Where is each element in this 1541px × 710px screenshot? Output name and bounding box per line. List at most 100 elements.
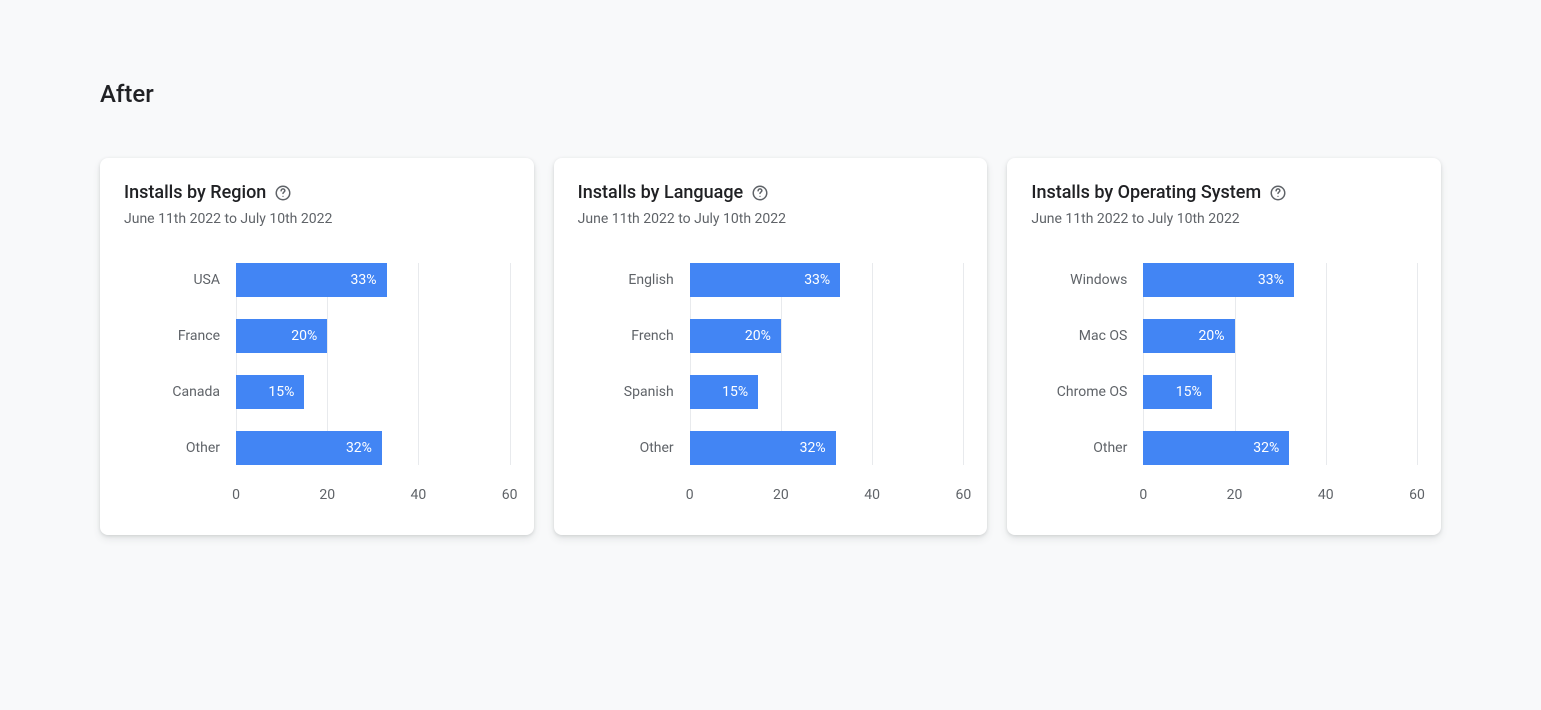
- bar-row: Other 32%: [578, 431, 964, 465]
- bar-track: 15%: [690, 375, 964, 409]
- bars-group: Windows 33% Mac OS 20%: [1031, 263, 1417, 465]
- bar-fill: 15%: [690, 375, 758, 409]
- bar-track: 20%: [236, 319, 510, 353]
- bar-row: Canada 15%: [124, 375, 510, 409]
- bar-track: 33%: [1143, 263, 1417, 297]
- card-title-row: Installs by Region: [124, 182, 510, 203]
- card-title: Installs by Region: [124, 182, 266, 203]
- bar-track: 15%: [1143, 375, 1417, 409]
- bar-label: Other: [124, 440, 236, 456]
- bar-track: 32%: [236, 431, 510, 465]
- x-tick: 0: [686, 487, 694, 503]
- card-language: Installs by Language June 11th 2022 to J…: [554, 158, 988, 535]
- bar-label: France: [124, 328, 236, 344]
- bars-group: USA 33% France 20% C: [124, 263, 510, 465]
- bar-label: USA: [124, 272, 236, 288]
- chart-area: USA 33% France 20% C: [124, 263, 510, 507]
- bar-fill: 32%: [236, 431, 382, 465]
- bar-label: Canada: [124, 384, 236, 400]
- bar-fill: 15%: [1143, 375, 1211, 409]
- x-tick: 0: [1139, 487, 1147, 503]
- x-tick: 20: [1227, 487, 1243, 503]
- bar-fill: 33%: [690, 263, 841, 297]
- bar-row: Chrome OS 15%: [1031, 375, 1417, 409]
- x-axis: 0 20 40 60: [124, 487, 510, 507]
- bars-group: English 33% French 20%: [578, 263, 964, 465]
- bar-value: 20%: [291, 328, 317, 344]
- bar-fill: 33%: [236, 263, 387, 297]
- bar-value: 32%: [800, 440, 826, 456]
- bar-row: Other 32%: [1031, 431, 1417, 465]
- bar-track: 15%: [236, 375, 510, 409]
- x-axis: 0 20 40 60: [578, 487, 964, 507]
- bar-label: Other: [578, 440, 690, 456]
- card-header: Installs by Region June 11th 2022 to Jul…: [124, 182, 510, 227]
- bar-value: 32%: [346, 440, 372, 456]
- bar-value: 15%: [268, 384, 294, 400]
- bar-label: Mac OS: [1031, 328, 1143, 344]
- x-tick: 60: [1409, 487, 1425, 503]
- card-subtitle: June 11th 2022 to July 10th 2022: [578, 211, 964, 227]
- x-tick: 20: [773, 487, 789, 503]
- bar-value: 15%: [1176, 384, 1202, 400]
- bar-row: USA 33%: [124, 263, 510, 297]
- bar-fill: 15%: [236, 375, 304, 409]
- bar-row: English 33%: [578, 263, 964, 297]
- page-heading: After: [100, 80, 1441, 108]
- bar-fill: 20%: [690, 319, 781, 353]
- x-tick: 20: [319, 487, 335, 503]
- card-title: Installs by Language: [578, 182, 744, 203]
- card-region: Installs by Region June 11th 2022 to Jul…: [100, 158, 534, 535]
- bar-value: 20%: [1199, 328, 1225, 344]
- chart-area: English 33% French 20%: [578, 263, 964, 507]
- card-os: Installs by Operating System June 11th 2…: [1007, 158, 1441, 535]
- x-ticks: 0 20 40 60: [236, 487, 510, 507]
- card-title-row: Installs by Language: [578, 182, 964, 203]
- card-title: Installs by Operating System: [1031, 182, 1261, 203]
- help-icon[interactable]: [1269, 184, 1287, 202]
- card-header: Installs by Operating System June 11th 2…: [1031, 182, 1417, 227]
- bar-track: 33%: [236, 263, 510, 297]
- bar-label: French: [578, 328, 690, 344]
- cards-row: Installs by Region June 11th 2022 to Jul…: [100, 158, 1441, 535]
- bar-row: Other 32%: [124, 431, 510, 465]
- bar-track: 20%: [690, 319, 964, 353]
- bar-fill: 33%: [1143, 263, 1294, 297]
- bar-fill: 32%: [1143, 431, 1289, 465]
- bar-track: 20%: [1143, 319, 1417, 353]
- x-tick: 0: [232, 487, 240, 503]
- card-subtitle: June 11th 2022 to July 10th 2022: [1031, 211, 1417, 227]
- bar-row: France 20%: [124, 319, 510, 353]
- bar-track: 32%: [1143, 431, 1417, 465]
- x-ticks: 0 20 40 60: [690, 487, 964, 507]
- bar-row: Mac OS 20%: [1031, 319, 1417, 353]
- x-ticks: 0 20 40 60: [1143, 487, 1417, 507]
- chart-area: Windows 33% Mac OS 20%: [1031, 263, 1417, 507]
- bar-track: 32%: [690, 431, 964, 465]
- help-icon[interactable]: [751, 184, 769, 202]
- x-tick: 40: [1318, 487, 1334, 503]
- bar-value: 15%: [722, 384, 748, 400]
- bar-value: 33%: [351, 272, 377, 288]
- x-tick: 60: [502, 487, 518, 503]
- bar-value: 33%: [1258, 272, 1284, 288]
- bar-row: Windows 33%: [1031, 263, 1417, 297]
- bar-label: Windows: [1031, 272, 1143, 288]
- bar-value: 20%: [745, 328, 771, 344]
- bar-fill: 20%: [1143, 319, 1234, 353]
- x-tick: 40: [864, 487, 880, 503]
- x-axis: 0 20 40 60: [1031, 487, 1417, 507]
- bar-value: 32%: [1253, 440, 1279, 456]
- card-header: Installs by Language June 11th 2022 to J…: [578, 182, 964, 227]
- bar-label: Chrome OS: [1031, 384, 1143, 400]
- bar-label: Spanish: [578, 384, 690, 400]
- bar-row: French 20%: [578, 319, 964, 353]
- x-tick: 40: [411, 487, 427, 503]
- bar-label: English: [578, 272, 690, 288]
- bar-fill: 32%: [690, 431, 836, 465]
- help-icon[interactable]: [274, 184, 292, 202]
- bar-track: 33%: [690, 263, 964, 297]
- card-subtitle: June 11th 2022 to July 10th 2022: [124, 211, 510, 227]
- bar-row: Spanish 15%: [578, 375, 964, 409]
- x-tick: 60: [955, 487, 971, 503]
